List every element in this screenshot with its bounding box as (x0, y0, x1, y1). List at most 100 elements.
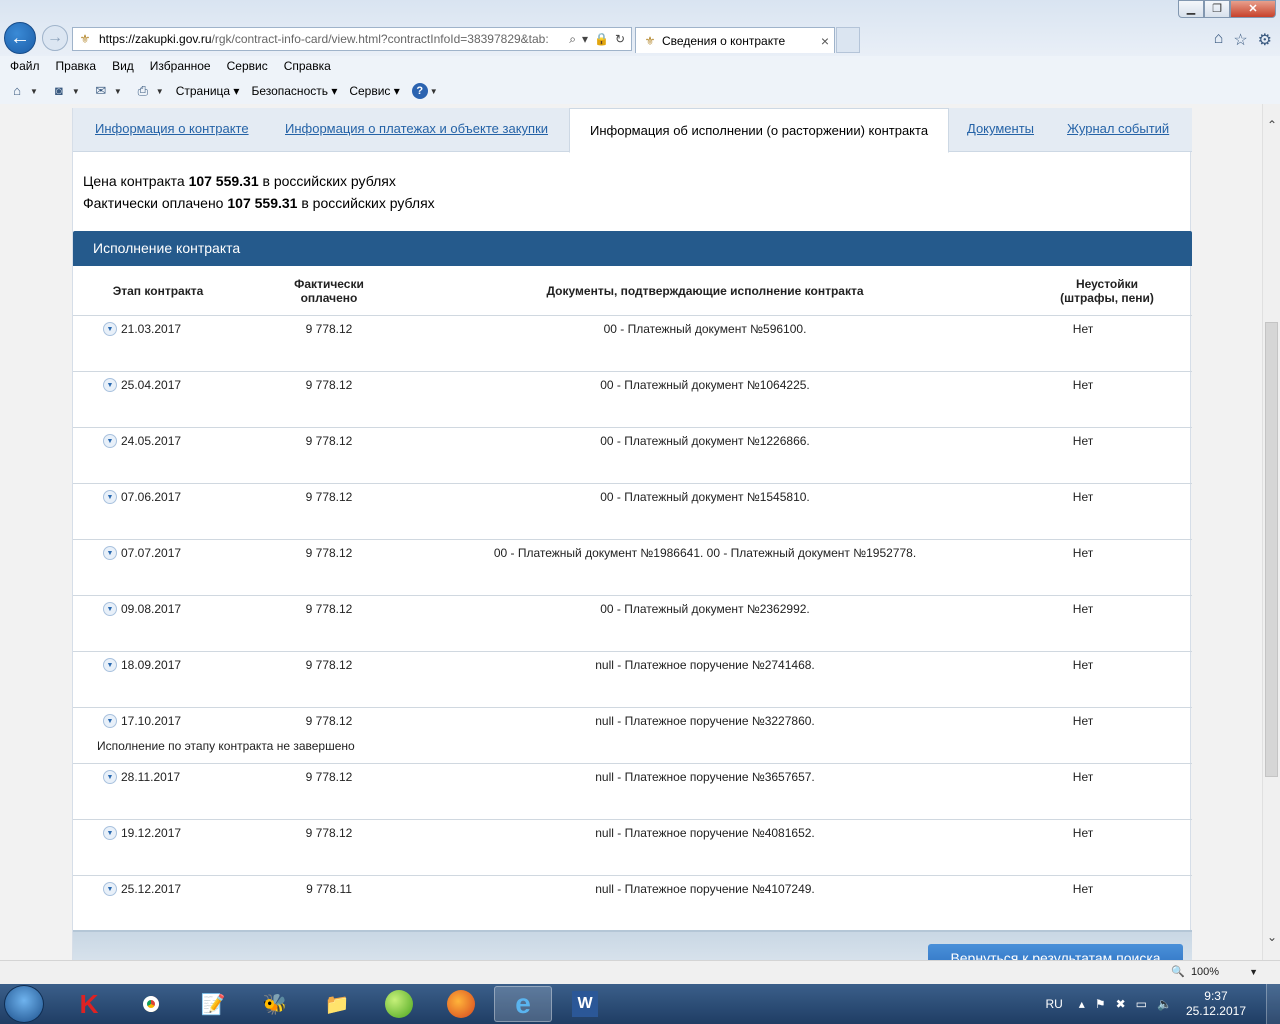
url-text[interactable]: https://zakupki.gov.ru/rgk/contract-info… (99, 32, 569, 46)
status-bar: 🔍 100% ▼ (0, 960, 1280, 984)
help-icon[interactable]: ? (411, 83, 428, 99)
command-tools[interactable]: Сервис ▾ (349, 84, 399, 98)
menu-edit[interactable]: Правка (56, 57, 97, 77)
table-row: ▼ 28.11.2017 9 778.12 null - Платежное пору… (73, 764, 1192, 820)
paid-amount: 9 778.12 (305, 770, 353, 784)
scroll-up-icon[interactable]: ⌃ (1263, 118, 1280, 132)
expand-toggle-icon[interactable]: ▼ (103, 770, 117, 784)
table-row: ▼ 09.08.2017 9 778.12 00 - Платежный докуме… (73, 596, 1192, 652)
close-window-button[interactable]: ✕ (1230, 0, 1276, 18)
expand-toggle-icon[interactable]: ▼ (103, 322, 117, 336)
command-tools-label: Сервис (349, 84, 391, 98)
lock-icon[interactable]: 🔒 (594, 32, 609, 47)
start-button[interactable] (4, 985, 44, 1023)
expand-toggle-icon[interactable]: ▼ (103, 546, 117, 560)
expand-toggle-icon[interactable]: ▼ (103, 882, 117, 896)
zoom-control[interactable]: 🔍 100% ▼ (1171, 965, 1258, 979)
print-icon[interactable]: ⎙ (134, 82, 152, 100)
tab-execution-info[interactable]: Информация об исполнении (о расторжении)… (569, 108, 950, 153)
new-tab-button[interactable] (836, 27, 860, 53)
dropdown-arrow-icon[interactable]: ▼ (72, 87, 80, 96)
payment-documents: 00 - Платежный документ №1545810. (600, 490, 810, 504)
show-desktop-button[interactable] (1266, 984, 1280, 1024)
dropdown-arrow-icon[interactable]: ▼ (114, 87, 122, 96)
tab-event-log[interactable]: Журнал событий (1067, 108, 1169, 152)
stage-status-note: Исполнение по этапу контракта не заверше… (97, 739, 355, 753)
site-emblem-icon: ⚜ (79, 32, 91, 46)
internet-explorer-icon[interactable]: e (494, 986, 552, 1022)
dropdown-arrow-icon[interactable]: ▼ (156, 87, 164, 96)
command-page[interactable]: Страница ▾ (176, 84, 240, 98)
kaspersky-icon[interactable]: K (60, 986, 118, 1022)
arrow-right-icon: → (47, 29, 63, 46)
menu-favorites[interactable]: Избранное (150, 57, 211, 77)
penalty-value: Нет (1072, 602, 1094, 616)
firefox-icon[interactable] (432, 986, 490, 1022)
browser-right-icons: ⌂ ☆ ⚙ (1214, 30, 1272, 50)
paid-amount: 9 778.12 (305, 826, 353, 840)
penalty-value: Нет (1072, 658, 1094, 672)
expand-toggle-icon[interactable]: ▼ (103, 658, 117, 672)
chrome-icon[interactable] (122, 986, 180, 1022)
rss-feed-icon[interactable]: ◙ (50, 82, 68, 100)
antivirus-tray-icon[interactable]: ✖ (1116, 997, 1126, 1011)
minimize-button[interactable]: ▁ (1178, 0, 1204, 18)
expand-toggle-icon[interactable]: ▼ (103, 826, 117, 840)
file-explorer-icon[interactable]: 📁 (308, 986, 366, 1022)
scroll-down-icon[interactable]: ⌄ (1263, 930, 1280, 944)
expand-toggle-icon[interactable]: ▼ (103, 490, 117, 504)
address-icons: ⌕ ▾ 🔒 ↻ (569, 32, 631, 47)
dropdown-arrow-icon[interactable]: ▼ (30, 87, 38, 96)
word-icon[interactable]: W (556, 986, 614, 1022)
scroll-thumb[interactable] (1265, 322, 1278, 777)
command-safety-label: Безопасность (251, 84, 328, 98)
forward-button[interactable]: → (42, 25, 68, 51)
action-center-flag-icon[interactable]: ⚑ (1095, 997, 1106, 1011)
notepad-icon[interactable]: 📝 (184, 986, 242, 1022)
tab-documents[interactable]: Документы (967, 108, 1034, 152)
menu-tools[interactable]: Сервис (227, 57, 268, 77)
clock[interactable]: 9:37 25.12.2017 (1186, 989, 1246, 1019)
expand-toggle-icon[interactable]: ▼ (103, 602, 117, 616)
back-button[interactable]: ← (4, 22, 36, 54)
bee-app-icon[interactable]: 🐝 (246, 986, 304, 1022)
expand-toggle-icon[interactable]: ▼ (103, 378, 117, 392)
tab-payments-info[interactable]: Информация о платежах и объекте закупки (285, 108, 548, 152)
show-hidden-icons-icon[interactable]: ▴ (1079, 997, 1085, 1011)
paid-amount: 9 778.12 (305, 602, 353, 616)
url-path: /rgk/contract-info-card/view.html?contra… (211, 32, 549, 46)
volume-icon[interactable]: 🔈 (1157, 997, 1172, 1011)
menu-file[interactable]: Файл (10, 57, 40, 77)
maximize-button[interactable]: ❐ (1204, 0, 1230, 18)
vertical-scrollbar[interactable]: ⌃ ⌄ (1262, 104, 1280, 960)
menu-bar: Файл Правка Вид Избранное Сервис Справка (0, 57, 1280, 77)
home-icon[interactable]: ⌂ (1214, 30, 1224, 50)
menu-help[interactable]: Справка (284, 57, 331, 77)
search-icon[interactable]: ⌕ (569, 32, 576, 47)
paid-amount-line: Фактически оплачено 107 559.31 в российс… (83, 192, 435, 214)
browser-tab-active[interactable]: ⚜ Сведения о контракте × (635, 27, 835, 53)
refresh-icon[interactable]: ↻ (615, 32, 625, 47)
dropdown-arrow-icon[interactable]: ▼ (430, 87, 438, 96)
settings-gear-icon[interactable]: ⚙ (1258, 30, 1272, 50)
dropdown-arrow-icon[interactable]: ▾ (582, 32, 588, 47)
expand-toggle-icon[interactable]: ▼ (103, 714, 117, 728)
green-app-icon[interactable] (370, 986, 428, 1022)
mail-icon[interactable]: ✉ (92, 82, 110, 100)
menu-view[interactable]: Вид (112, 57, 134, 77)
tab-close-icon[interactable]: × (816, 33, 834, 49)
tab-contract-info[interactable]: Информация о контракте (95, 108, 249, 152)
paid-amount: 9 778.12 (305, 490, 353, 504)
column-penalty: Неустойки (штрафы, пени) (1043, 266, 1171, 316)
command-safety[interactable]: Безопасность ▾ (251, 84, 337, 98)
penalty-value: Нет (1072, 826, 1094, 840)
dropdown-arrow-icon[interactable]: ▼ (1249, 967, 1258, 977)
address-bar[interactable]: ⚜ https://zakupki.gov.ru/rgk/contract-in… (72, 27, 632, 51)
back-to-results-button[interactable]: Вернуться к результатам поиска (928, 944, 1183, 960)
language-indicator[interactable]: RU (1045, 997, 1062, 1011)
table-row: ▼ 21.03.2017 9 778.12 00 - Платежный докуме… (73, 316, 1192, 372)
home-icon[interactable]: ⌂ (8, 82, 26, 100)
favorites-star-icon[interactable]: ☆ (1233, 30, 1247, 50)
network-icon[interactable]: ▭ (1136, 997, 1147, 1011)
expand-toggle-icon[interactable]: ▼ (103, 434, 117, 448)
